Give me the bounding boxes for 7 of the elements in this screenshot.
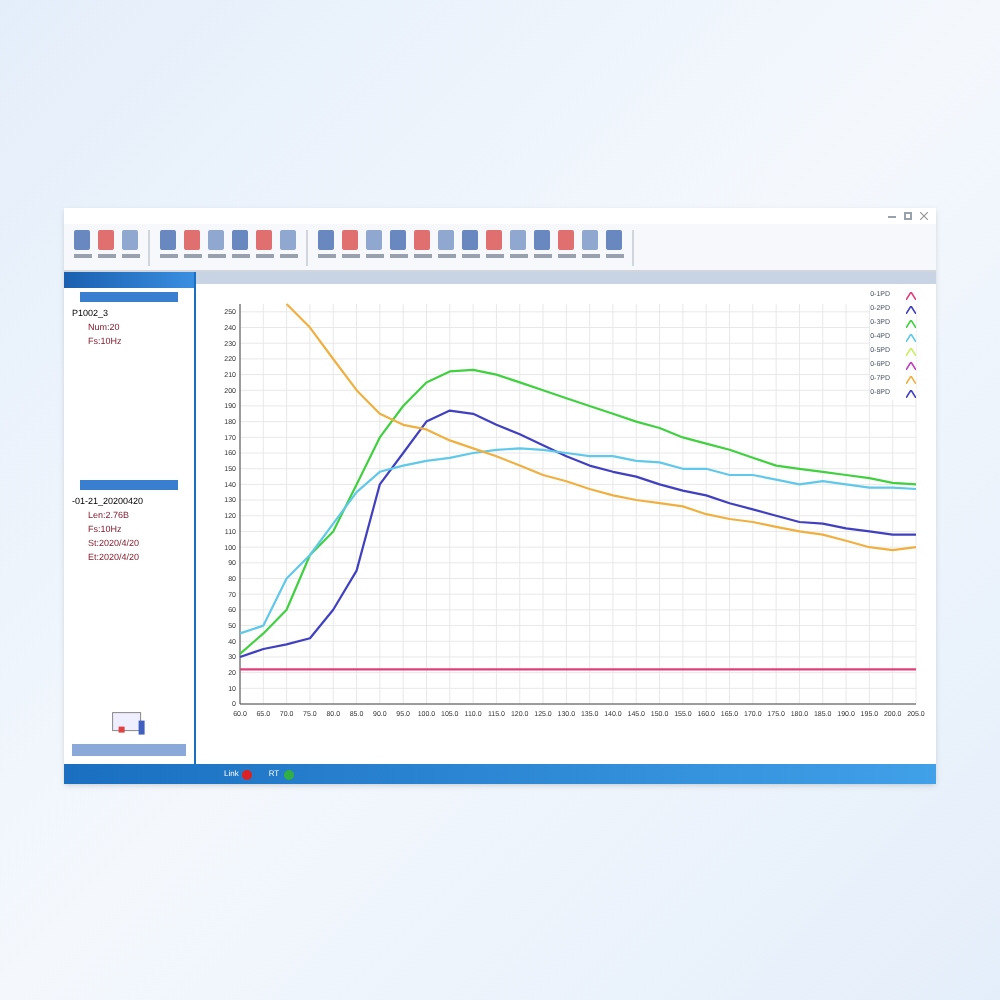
minimize-icon[interactable] (888, 215, 896, 217)
close-icon[interactable] (920, 212, 928, 220)
company-logo (72, 744, 186, 756)
section-header (80, 291, 178, 302)
panel-header (64, 272, 194, 288)
section-header (80, 480, 178, 491)
maximize-icon[interactable] (904, 212, 912, 220)
